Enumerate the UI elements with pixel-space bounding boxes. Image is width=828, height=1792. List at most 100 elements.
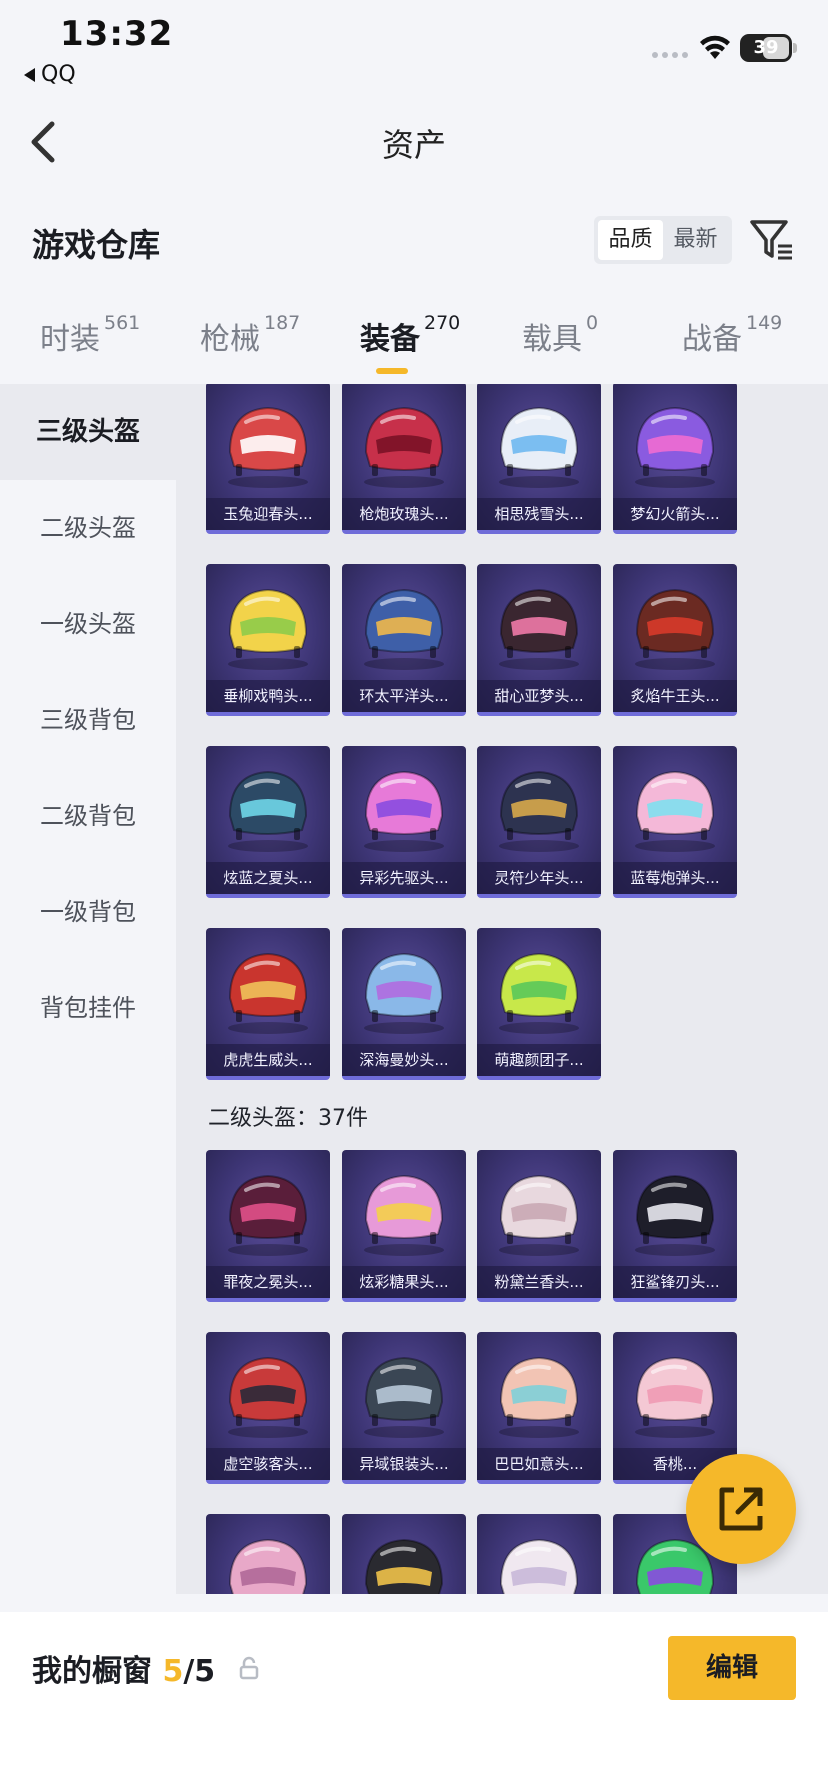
level2-item-card[interactable]: 狂鲨锋刃头...: [613, 1150, 737, 1302]
sidebar-item-level3-backpack[interactable]: 三级背包: [0, 672, 176, 768]
level2-item-card[interactable]: [477, 1514, 601, 1594]
level2-item-card[interactable]: 巴巴如意头...: [477, 1332, 601, 1484]
helmet-image: [206, 1332, 330, 1448]
item-name: 异域银装头...: [342, 1448, 466, 1480]
share-button[interactable]: [686, 1454, 796, 1564]
item-name: 梦幻火箭头...: [613, 498, 737, 530]
level3-item-card[interactable]: 灵符少年头...: [477, 746, 601, 898]
helmet-image: [613, 564, 737, 680]
sidebar-item-level2-backpack[interactable]: 二级背包: [0, 768, 176, 864]
helmet-image: [613, 384, 737, 498]
level3-item-card[interactable]: 蓝莓炮弹头...: [613, 746, 737, 898]
category-tabs: 时装 561 枪械 187 装备 270 载具 0 战备 149: [0, 300, 828, 384]
sidebar-item-level1-backpack[interactable]: 一级背包: [0, 864, 176, 960]
nav-bar: 资产: [0, 92, 828, 192]
level2-item-card[interactable]: 异域银装头...: [342, 1332, 466, 1484]
sidebar-item-level3-helmet[interactable]: 三级头盔: [0, 384, 176, 480]
tab-count: 187: [264, 312, 301, 334]
battery-tip: [793, 43, 797, 53]
item-name: 甜心亚梦头...: [477, 680, 601, 712]
helmet-image: [342, 564, 466, 680]
helmet-image: [477, 564, 601, 680]
helmet-image: [477, 1332, 601, 1448]
level3-item-card[interactable]: 枪炮玫瑰头...: [342, 384, 466, 534]
page-title: 资产: [381, 126, 446, 164]
back-app-label: QQ: [41, 62, 76, 87]
helmet-image: [206, 384, 330, 498]
back-to-app-link[interactable]: QQ: [24, 62, 76, 87]
helmet-image: [206, 564, 330, 680]
item-name: 罪夜之冕头...: [206, 1266, 330, 1298]
item-name: 垂柳戏鸭头...: [206, 680, 330, 712]
level3-item-card[interactable]: 梦幻火箭头...: [613, 384, 737, 534]
helmet-image: [342, 384, 466, 498]
level2-item-card[interactable]: 罪夜之冕头...: [206, 1150, 330, 1302]
item-name: 玉兔迎春头...: [206, 498, 330, 530]
item-name: 炫彩糖果头...: [342, 1266, 466, 1298]
showcase-bar: 我的橱窗 5/5 编辑: [0, 1612, 828, 1792]
warehouse-title: 游戏仓库: [32, 226, 161, 264]
helmet-image: [477, 384, 601, 498]
item-name: 虚空骇客头...: [206, 1448, 330, 1480]
sidebar-item-level1-helmet[interactable]: 一级头盔: [0, 576, 176, 672]
level3-item-card[interactable]: 玉兔迎春头...: [206, 384, 330, 534]
item-name: 异彩先驱头...: [342, 862, 466, 894]
item-name: 枪炮玫瑰头...: [342, 498, 466, 530]
edit-button[interactable]: 编辑: [668, 1636, 796, 1700]
sort-quality-button[interactable]: 品质: [598, 220, 663, 260]
level3-item-card[interactable]: 环太平洋头...: [342, 564, 466, 716]
tab-combat-gear[interactable]: 战备 149: [682, 312, 783, 374]
showcase-label: 我的橱窗 5/5: [32, 1646, 215, 1690]
tab-label: 装备: [360, 322, 420, 357]
helmet-image: [206, 1150, 330, 1266]
item-name: 巴巴如意头...: [477, 1448, 601, 1480]
tab-count: 561: [104, 312, 141, 334]
showcase-title: 我的橱窗: [32, 1654, 152, 1689]
level2-item-card[interactable]: 粉黛兰香头...: [477, 1150, 601, 1302]
level3-item-card[interactable]: 虎虎生威头...: [206, 928, 330, 1080]
level3-item-card[interactable]: 炙焰牛王头...: [613, 564, 737, 716]
tab-equipment[interactable]: 装备 270: [360, 312, 460, 374]
tab-fashion[interactable]: 时装 561: [40, 312, 141, 374]
level3-item-card[interactable]: 相思残雪头...: [477, 384, 601, 534]
showcase-current: 5: [162, 1654, 184, 1689]
level3-item-card[interactable]: 异彩先驱头...: [342, 746, 466, 898]
helmet-image: [477, 928, 601, 1044]
level2-item-card[interactable]: [342, 1514, 466, 1594]
item-name: 炙焰牛王头...: [613, 680, 737, 712]
level2-item-card[interactable]: [206, 1514, 330, 1594]
sidebar-item-level2-helmet[interactable]: 二级头盔: [0, 480, 176, 576]
level3-item-card[interactable]: 萌趣颜团子...: [477, 928, 601, 1080]
wifi-icon: [700, 35, 730, 59]
tab-label: 载具: [522, 322, 582, 357]
status-bar: 13:32 QQ 39: [0, 0, 828, 92]
tab-weapons[interactable]: 枪械 187: [200, 312, 301, 374]
helmet-image: [477, 1150, 601, 1266]
helmet-image: [613, 746, 737, 862]
level2-item-card[interactable]: 虚空骇客头...: [206, 1332, 330, 1484]
level2-item-card[interactable]: 炫彩糖果头...: [342, 1150, 466, 1302]
filter-icon[interactable]: [748, 216, 796, 264]
sidebar-item-backpack-charm[interactable]: 背包挂件: [0, 960, 176, 1056]
tab-count: 149: [746, 312, 783, 334]
item-name: 环太平洋头...: [342, 680, 466, 712]
item-name: 相思残雪头...: [477, 498, 601, 530]
level3-item-card[interactable]: 垂柳戏鸭头...: [206, 564, 330, 716]
item-name: 灵符少年头...: [477, 862, 601, 894]
section-title-level2: 二级头盔：37件: [208, 1106, 368, 1131]
helmet-image: [342, 746, 466, 862]
tab-count: 0: [586, 312, 599, 334]
subcategory-sidebar: 三级头盔 二级头盔 一级头盔 三级背包 二级背包 一级背包 背包挂件: [0, 384, 176, 1594]
level3-item-card[interactable]: 甜心亚梦头...: [477, 564, 601, 716]
cellular-signal-icon: [652, 52, 688, 58]
back-triangle-icon: [24, 67, 35, 82]
level3-item-card[interactable]: 炫蓝之夏头...: [206, 746, 330, 898]
sort-newest-button[interactable]: 最新: [663, 220, 728, 260]
active-tab-indicator: [376, 368, 408, 374]
tab-vehicles[interactable]: 载具 0: [522, 312, 599, 374]
helmet-image: [342, 1150, 466, 1266]
level3-item-card[interactable]: 深海曼妙头...: [342, 928, 466, 1080]
item-name: 狂鲨锋刃头...: [613, 1266, 737, 1298]
tab-label: 时装: [40, 322, 100, 357]
item-grid: 玉兔迎春头... 枪炮玫瑰头... 相思残雪头... 梦幻火箭头... 垂柳戏鸭头...…: [176, 384, 828, 1594]
